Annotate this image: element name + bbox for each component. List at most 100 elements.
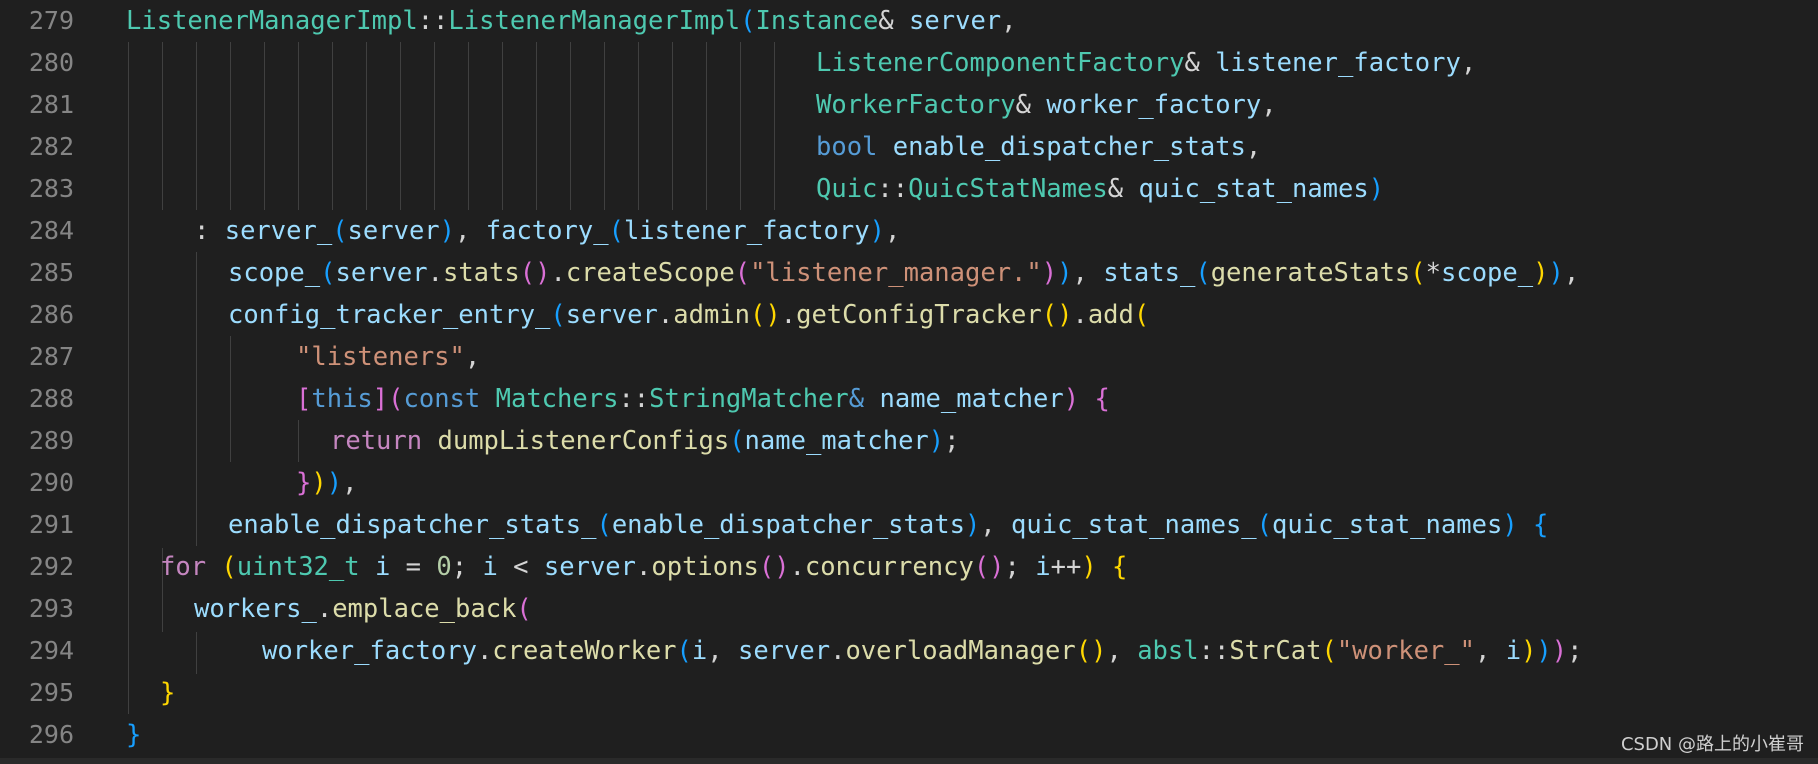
code-token: server xyxy=(543,552,637,582)
indent-guide xyxy=(196,252,197,546)
code-token: i xyxy=(691,636,708,666)
code-token: , xyxy=(464,342,481,372)
code-token: listener_factory xyxy=(1215,48,1461,78)
code-token: server_ xyxy=(224,216,333,246)
code-token: createWorker xyxy=(492,636,677,666)
line-number: 283 xyxy=(28,174,74,203)
code-token: worker_factory xyxy=(1046,90,1262,120)
code-line[interactable]: config_tracker_entry_(server.admin().get… xyxy=(228,294,1149,336)
code-area[interactable]: ListenerManagerImpl::ListenerManagerImpl… xyxy=(126,0,1818,764)
code-line[interactable]: Quic::QuicStatNames& quic_stat_names) xyxy=(816,168,1384,210)
indent-guide xyxy=(638,42,639,210)
code-token: scope_ xyxy=(1441,258,1534,288)
code-token: ( xyxy=(320,258,336,288)
code-token: name_matcher xyxy=(744,426,929,456)
code-line[interactable]: ListenerManagerImpl::ListenerManagerImpl… xyxy=(126,0,1017,42)
code-token: * xyxy=(1425,258,1441,288)
code-line[interactable]: return dumpListenerConfigs(name_matcher)… xyxy=(330,420,960,462)
code-token: & xyxy=(1107,174,1139,204)
code-token: ) xyxy=(1548,258,1564,288)
code-token: } xyxy=(160,678,176,708)
horizontal-scrollbar[interactable] xyxy=(0,758,1818,764)
code-token: } xyxy=(296,468,312,498)
code-token: quic_stat_names_ xyxy=(1011,510,1257,540)
indent-guide xyxy=(162,42,163,210)
indent-guide xyxy=(230,42,231,210)
code-token: () xyxy=(750,300,781,330)
code-line[interactable]: scope_(server.stats().createScope("liste… xyxy=(228,252,1579,294)
code-token: WorkerFactory xyxy=(816,90,1016,120)
line-number: 291 xyxy=(28,510,74,539)
code-token: createScope xyxy=(565,258,735,288)
code-token: . xyxy=(657,300,674,330)
indent-guide xyxy=(706,42,707,210)
code-token: enable_dispatcher_stats xyxy=(892,132,1246,162)
code-token: ) xyxy=(311,468,327,498)
code-token: generateStats xyxy=(1210,258,1411,288)
code-line[interactable]: : server_(server), factory_(listener_fac… xyxy=(194,210,900,252)
code-token: dumpListenerConfigs xyxy=(437,426,730,456)
code-token: overloadManager xyxy=(845,636,1076,666)
code-token: () xyxy=(1075,636,1107,666)
code-token: factory_ xyxy=(485,216,609,246)
code-token: , xyxy=(1245,132,1262,162)
code-token: server xyxy=(335,258,428,288)
code-token: ( xyxy=(734,258,751,288)
code-token: ) xyxy=(1536,636,1552,666)
code-line[interactable]: enable_dispatcher_stats_(enable_dispatch… xyxy=(228,504,1548,546)
code-token: , xyxy=(1072,258,1104,288)
code-line[interactable]: workers_.emplace_back( xyxy=(194,588,532,630)
code-token: ) xyxy=(1081,552,1097,582)
code-token: emplace_back xyxy=(332,594,517,624)
code-token: ) xyxy=(326,468,343,498)
indent-guide xyxy=(536,42,537,210)
code-token: () xyxy=(758,552,790,582)
line-number: 295 xyxy=(28,678,74,707)
code-line[interactable]: worker_factory.createWorker(i, server.ov… xyxy=(262,630,1583,672)
indent-guide xyxy=(298,42,299,210)
code-line[interactable]: } xyxy=(160,672,175,714)
code-line[interactable]: "listeners", xyxy=(296,336,480,378)
code-token: , xyxy=(342,468,358,498)
code-token: quic_stat_names xyxy=(1138,174,1369,204)
code-token: i xyxy=(482,552,498,582)
code-token: . xyxy=(1072,300,1088,330)
code-token: ) xyxy=(964,510,981,540)
code-token: config_tracker_entry_ xyxy=(228,300,551,330)
line-number: 294 xyxy=(28,636,74,665)
code-token: , xyxy=(1106,636,1138,666)
code-token: name_matcher xyxy=(879,384,1064,414)
code-token: < xyxy=(497,552,544,582)
code-line[interactable]: for (uint32_t i = 0; i < server.options(… xyxy=(160,546,1127,588)
code-line[interactable]: [this](const Matchers::StringMatcher& na… xyxy=(296,378,1110,420)
code-token: ( xyxy=(608,216,624,246)
code-token: , xyxy=(455,216,486,246)
code-line[interactable]: bool enable_dispatcher_stats, xyxy=(816,126,1261,168)
code-token: i xyxy=(1035,552,1051,582)
indent-guide xyxy=(128,42,129,714)
code-editor[interactable]: 279 280 281 282 283 284 285 286 287 288 289 290 291 2… xyxy=(0,0,1818,764)
code-token: ( xyxy=(1321,636,1337,666)
code-token: . xyxy=(636,552,652,582)
code-line[interactable]: ListenerComponentFactory& listener_facto… xyxy=(816,42,1476,84)
code-token: server xyxy=(347,216,440,246)
line-number: 286 xyxy=(28,300,74,329)
code-token: & xyxy=(1184,48,1216,78)
code-token: bool xyxy=(816,132,878,162)
indent-guide xyxy=(604,42,605,210)
code-token: ] xyxy=(372,384,389,414)
code-line[interactable]: } xyxy=(126,714,141,756)
code-token: () xyxy=(519,258,551,288)
line-number: 290 xyxy=(28,468,74,497)
code-token: } xyxy=(126,720,142,750)
code-token: options xyxy=(651,552,759,582)
indent-guide xyxy=(672,42,673,210)
code-line[interactable]: WorkerFactory& worker_factory, xyxy=(816,84,1277,126)
code-token: ( xyxy=(388,384,404,414)
code-token: ) xyxy=(1521,636,1537,666)
code-line[interactable]: })), xyxy=(296,462,357,504)
code-token: , xyxy=(1460,48,1477,78)
